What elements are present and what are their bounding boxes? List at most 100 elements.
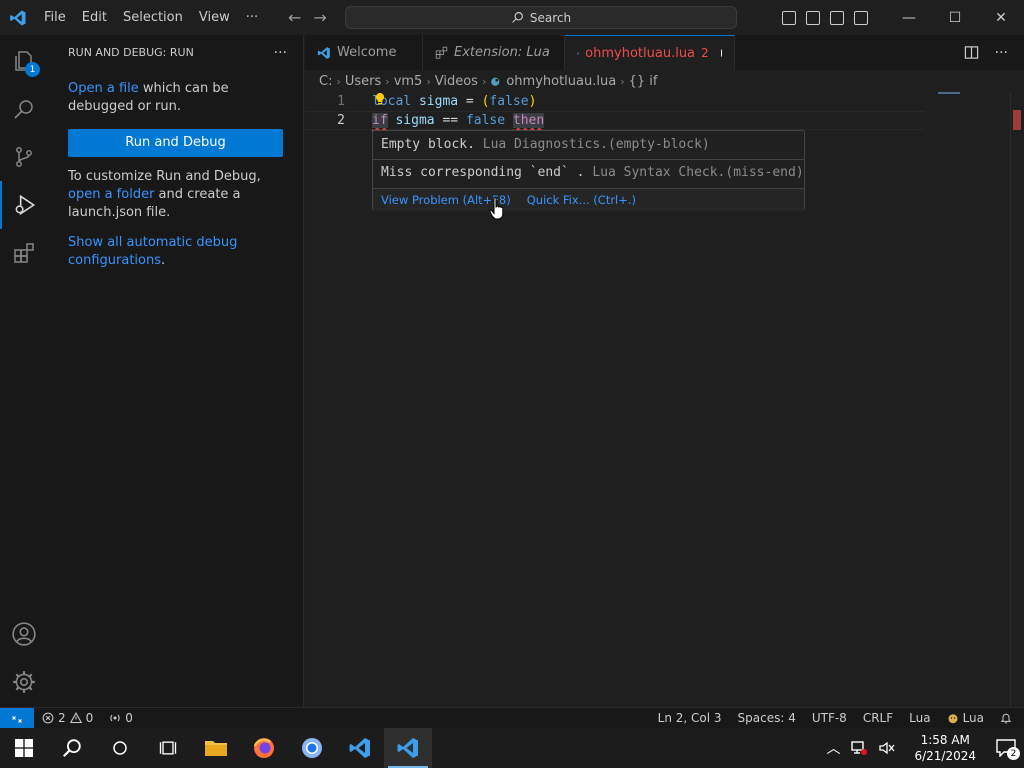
vscode-taskbar-icon[interactable] <box>336 728 384 768</box>
open-folder-link[interactable]: open a folder <box>68 187 154 202</box>
command-center-search[interactable]: Search <box>345 6 737 29</box>
chevron-right-icon: › <box>336 74 341 88</box>
unsaved-dot-icon[interactable] <box>720 49 722 57</box>
tab-ohmyhotluau[interactable]: ohmyhotluau.lua 2 <box>565 35 735 70</box>
token-false: false <box>489 94 529 109</box>
nav-arrows: ← → <box>288 0 327 35</box>
end-of-line[interactable]: CRLF <box>855 708 901 729</box>
editor-actions: ··· <box>964 35 1024 70</box>
task-view-icon[interactable] <box>144 728 192 768</box>
toggle-secondary-sidebar-icon[interactable] <box>830 10 844 25</box>
split-editor-icon[interactable] <box>964 45 979 60</box>
show-configs-paragraph: Show all automatic debug configurations. <box>68 234 283 270</box>
menu-bar: File Edit Selection View ··· <box>36 0 266 35</box>
sidebar-title: RUN AND DEBUG: RUN <box>68 46 194 59</box>
customize-text: To customize Run and Debug, <box>68 169 261 184</box>
breadcrumb-vm5[interactable]: vm5 <box>394 74 423 89</box>
forward-arrow-icon[interactable]: → <box>313 8 326 27</box>
breadcrumb-file[interactable]: ohmyhotluau.lua <box>506 74 616 89</box>
quick-fix-link[interactable]: Quick Fix... (Ctrl+.) <box>527 193 636 207</box>
toggle-panel-icon[interactable] <box>806 10 820 25</box>
windows-logo-icon <box>15 739 33 757</box>
breadcrumb: C: › Users › vm5 › Videos › ohmyhotluau.lua ›… <box>305 70 1024 92</box>
volume-muted-icon[interactable] <box>878 740 896 756</box>
problems-status[interactable]: 2 0 <box>34 708 99 729</box>
vscode-logo-icon <box>0 0 36 35</box>
editor-more-icon[interactable]: ··· <box>995 45 1008 61</box>
customize-layout-icon[interactable] <box>854 10 868 25</box>
chevron-up-icon[interactable]: ︿ <box>826 738 840 758</box>
open-file-link[interactable]: Open a file <box>68 81 139 96</box>
notification-count: 2 <box>1007 747 1020 760</box>
ports-status[interactable]: 0 <box>99 708 139 729</box>
lua-extension-status[interactable]: Lua <box>939 708 992 729</box>
editor-tabs: Welcome Extension: Lua ohmyhotluau.lua 2… <box>305 35 1024 70</box>
indentation[interactable]: Spaces: 4 <box>730 708 804 729</box>
editor-scrollbar[interactable] <box>1010 92 1024 707</box>
accounts-icon[interactable] <box>0 610 48 658</box>
menu-selection[interactable]: Selection <box>115 0 191 35</box>
clock-time: 1:58 AM <box>920 733 970 747</box>
menu-view[interactable]: View <box>191 0 238 35</box>
error-marker <box>1013 110 1021 130</box>
minimize-button[interactable]: — <box>886 0 932 35</box>
firefox-icon[interactable] <box>240 728 288 768</box>
explorer-icon[interactable]: 1 <box>0 37 48 85</box>
back-arrow-icon[interactable]: ← <box>288 8 301 27</box>
run-debug-icon[interactable] <box>0 181 48 229</box>
breadcrumb-symbol[interactable]: {} if <box>629 74 658 89</box>
token-sigma: sigma <box>418 94 459 109</box>
encoding[interactable]: UTF-8 <box>804 708 855 729</box>
menu-file[interactable]: File <box>36 0 74 35</box>
cursor-position[interactable]: Ln 2, Col 3 <box>650 708 730 729</box>
problem-1-message: Empty block. <box>381 137 475 152</box>
taskbar-search-icon[interactable] <box>48 728 96 768</box>
run-and-debug-button[interactable]: Run and Debug <box>68 129 283 157</box>
close-window-button[interactable]: ✕ <box>978 0 1024 35</box>
token-equals: == <box>434 113 466 128</box>
manage-gear-icon[interactable] <box>0 658 48 706</box>
warning-count: 0 <box>85 711 94 725</box>
start-button[interactable] <box>0 728 48 768</box>
notifications-bell-icon[interactable] <box>992 708 1024 729</box>
problem-miss-end: Miss corresponding `end` . Lua Syntax Ch… <box>381 163 804 183</box>
line-1-code: local sigma = (false) <box>372 92 536 111</box>
tab-welcome[interactable]: Welcome <box>305 35 423 70</box>
chrome-icon[interactable] <box>288 728 336 768</box>
chevron-right-icon: › <box>385 74 390 88</box>
code-line-1[interactable]: 1 local sigma = (false) <box>305 92 925 111</box>
toggle-primary-sidebar-icon[interactable] <box>782 10 796 25</box>
cortana-icon[interactable] <box>96 728 144 768</box>
lightbulb-icon[interactable] <box>374 92 386 106</box>
problem-2-source: Lua Syntax Check.(miss-end) <box>584 165 804 180</box>
layout-controls <box>782 10 868 25</box>
code-line-2[interactable]: 2 if sigma == false then <box>305 111 925 130</box>
minimap[interactable] <box>938 92 960 94</box>
lua-file-icon <box>577 52 580 54</box>
menu-edit[interactable]: Edit <box>74 0 115 35</box>
system-tray: ︿ 1:58 AM 6/21/2024 2 <box>826 728 1024 768</box>
show-debug-configs-link[interactable]: Show all automatic debug configurations <box>68 235 237 268</box>
breadcrumb-videos[interactable]: Videos <box>435 74 478 89</box>
vscode-taskbar-icon-active[interactable] <box>384 728 432 768</box>
customize-paragraph: To customize Run and Debug, open a folde… <box>68 168 283 222</box>
language-mode[interactable]: Lua <box>901 708 938 729</box>
taskbar-clock[interactable]: 1:58 AM 6/21/2024 <box>906 732 984 764</box>
network-icon[interactable] <box>850 740 868 756</box>
sidebar-more-icon[interactable]: ··· <box>274 45 287 61</box>
source-control-icon[interactable] <box>0 133 48 181</box>
search-icon[interactable] <box>0 85 48 133</box>
tab-extension-lua[interactable]: Extension: Lua <box>423 35 565 70</box>
menu-more[interactable]: ··· <box>238 0 266 35</box>
extensions-icon[interactable] <box>0 229 48 277</box>
remote-indicator-icon[interactable] <box>0 707 34 729</box>
problem-empty-block: Empty block. Lua Diagnostics.(empty-bloc… <box>381 135 710 155</box>
sidebar-header: RUN AND DEBUG: RUN ··· <box>48 35 303 70</box>
action-center-icon[interactable]: 2 <box>994 736 1020 760</box>
token-assign: = <box>458 94 482 109</box>
breadcrumb-drive[interactable]: C: <box>319 74 332 89</box>
maximize-button[interactable]: ☐ <box>932 0 978 35</box>
title-bar: File Edit Selection View ··· ← → Search … <box>0 0 1024 35</box>
breadcrumb-users[interactable]: Users <box>345 74 381 89</box>
file-explorer-icon[interactable] <box>192 728 240 768</box>
